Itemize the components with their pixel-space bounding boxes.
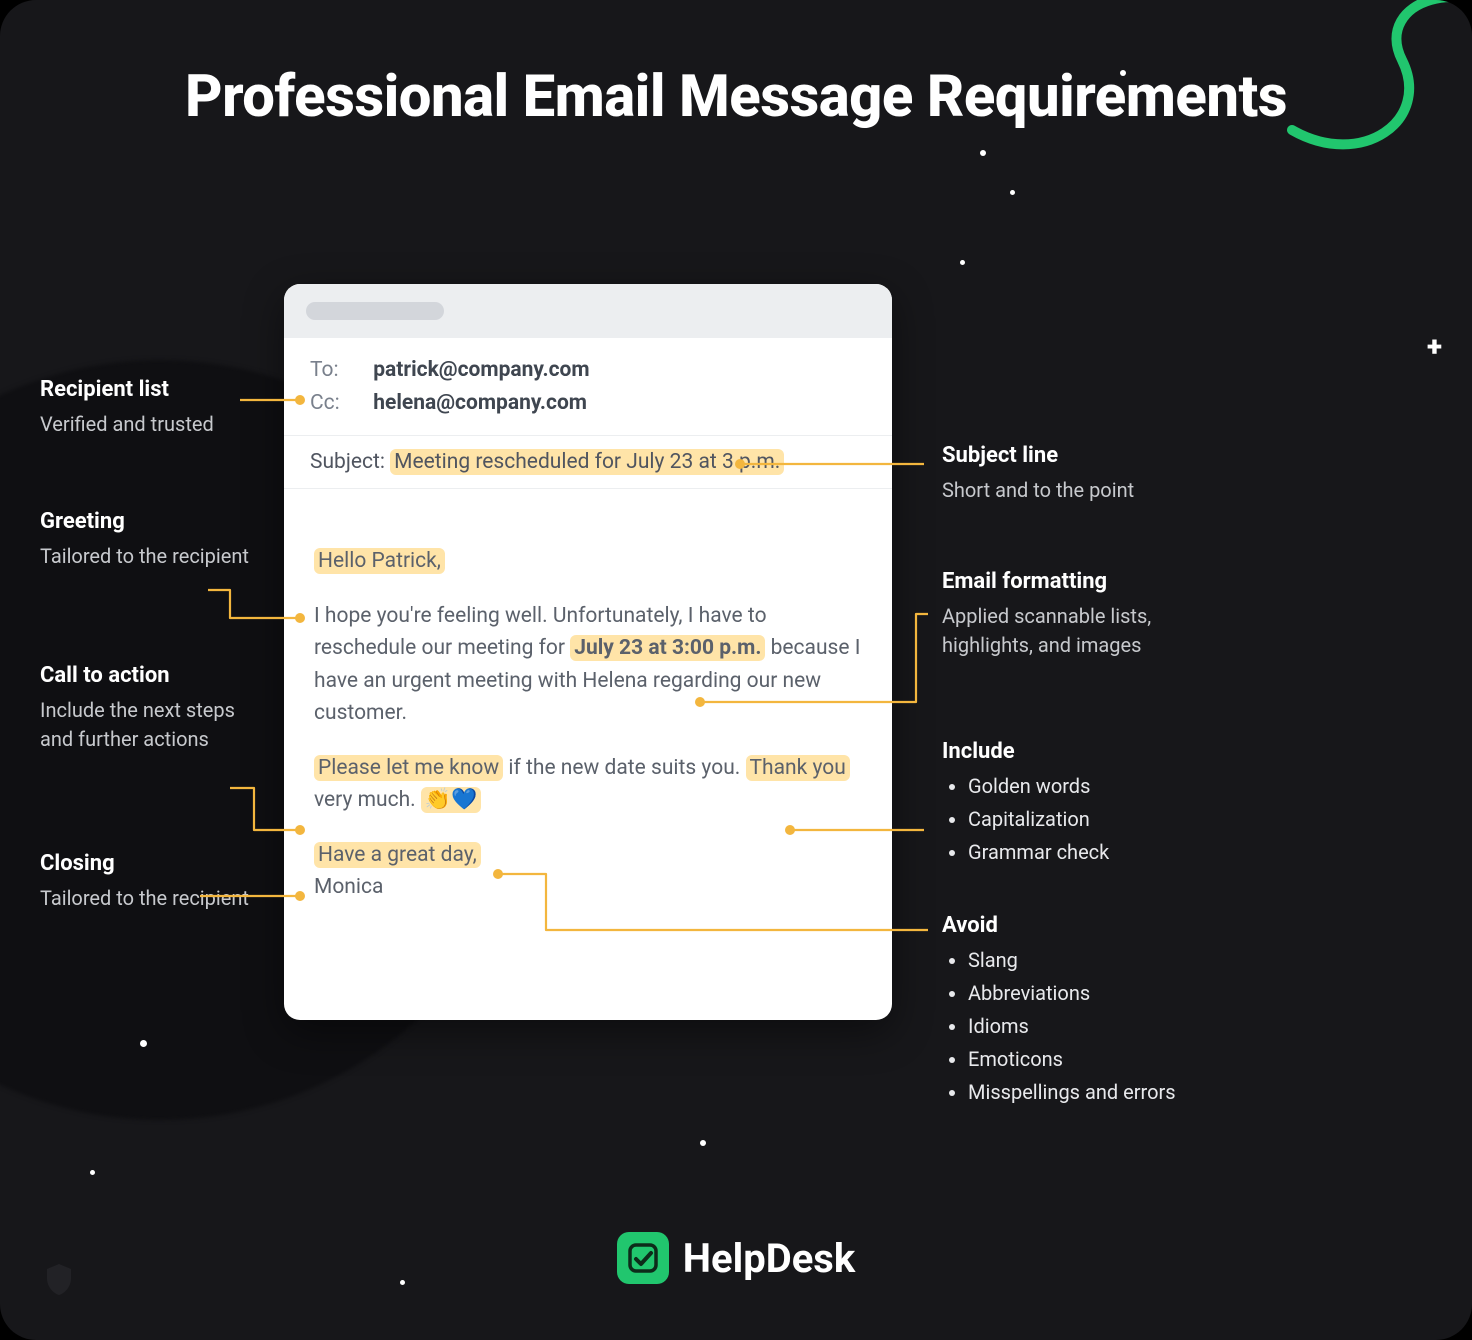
callout-desc: Tailored to the recipient — [40, 542, 250, 571]
callout-recipient-list: Recipient list Verified and trusted — [40, 374, 250, 439]
body-datetime: July 23 at 3:00 p.m. — [570, 635, 765, 661]
include-list: Golden words Capitalization Grammar chec… — [942, 772, 1202, 867]
decoration-dot — [700, 1140, 706, 1146]
decoration-dot — [980, 150, 986, 156]
cc-label: Cc: — [310, 387, 368, 420]
cta-end: very much. — [314, 788, 421, 812]
callout-greeting: Greeting Tailored to the recipient — [40, 506, 250, 571]
subject-value: Meeting rescheduled for July 23 at 3 p.m… — [390, 449, 784, 475]
brand-footer: HelpDesk — [0, 1232, 1472, 1284]
shield-icon — [44, 1262, 74, 1296]
cc-value: helena@company.com — [373, 391, 587, 415]
callout-desc: Include the next steps and further actio… — [40, 696, 260, 754]
callout-desc: Verified and trusted — [40, 410, 250, 439]
page-title: Professional Email Message Requirements — [0, 64, 1472, 131]
callout-subject-line: Subject line Short and to the point — [942, 440, 1202, 505]
callout-title: Recipient list — [40, 374, 250, 406]
brand-name: HelpDesk — [683, 1235, 855, 1282]
to-value: patrick@company.com — [373, 358, 589, 382]
list-item: Idioms — [968, 1012, 1202, 1041]
callout-title: Include — [942, 736, 1202, 768]
subject-label: Subject: — [310, 450, 385, 474]
callout-title: Call to action — [40, 660, 260, 692]
email-greeting: Hello Patrick, — [314, 548, 445, 574]
email-titlebar — [284, 284, 892, 338]
decoration-dot — [960, 260, 965, 265]
decoration-dot — [1010, 190, 1015, 195]
signature: Monica — [314, 875, 383, 899]
callout-call-to-action: Call to action Include the next steps an… — [40, 660, 260, 754]
decoration-plus: + — [1427, 330, 1442, 363]
cta-mid: if the new date suits you. — [503, 756, 745, 780]
callout-title: Avoid — [942, 910, 1202, 942]
email-header: To: patrick@company.com Cc: helena@compa… — [284, 338, 892, 436]
titlebar-placeholder — [306, 302, 444, 320]
avoid-list: Slang Abbreviations Idioms Emoticons Mis… — [942, 946, 1202, 1107]
callout-email-formatting: Email formatting Applied scannable lists… — [942, 566, 1202, 660]
callout-title: Email formatting — [942, 566, 1202, 598]
email-mockup: To: patrick@company.com Cc: helena@compa… — [284, 284, 892, 1020]
list-item: Abbreviations — [968, 979, 1202, 1008]
callout-desc: Tailored to the recipient — [40, 884, 250, 913]
callout-title: Subject line — [942, 440, 1202, 472]
list-item: Capitalization — [968, 805, 1202, 834]
cta-thanks: Thank you — [746, 755, 850, 781]
callout-closing: Closing Tailored to the recipient — [40, 848, 250, 913]
to-label: To: — [310, 354, 368, 387]
decoration-dot — [140, 1040, 147, 1047]
callout-avoid: Avoid Slang Abbreviations Idioms Emotico… — [942, 910, 1202, 1111]
decoration-dot — [90, 1170, 95, 1175]
infographic-canvas: + Professional Email Message Requirement… — [0, 0, 1472, 1340]
list-item: Slang — [968, 946, 1202, 975]
list-item: Golden words — [968, 772, 1202, 801]
callout-title: Greeting — [40, 506, 250, 538]
list-item: Emoticons — [968, 1045, 1202, 1074]
cta-emojis: 👏💙 — [421, 787, 481, 813]
brand-logo-icon — [617, 1232, 669, 1284]
list-item: Misspellings and errors — [968, 1078, 1202, 1107]
callout-desc: Applied scannable lists, highlights, and… — [942, 602, 1202, 660]
email-subject-row: Subject: Meeting rescheduled for July 23… — [284, 436, 892, 489]
callout-title: Closing — [40, 848, 250, 880]
cta-highlight: Please let me know — [314, 755, 503, 781]
email-body: Hello Patrick, I hope you're feeling wel… — [284, 489, 892, 950]
closing-line: Have a great day, — [314, 842, 481, 868]
callout-include: Include Golden words Capitalization Gram… — [942, 736, 1202, 871]
callout-desc: Short and to the point — [942, 476, 1202, 505]
list-item: Grammar check — [968, 838, 1202, 867]
